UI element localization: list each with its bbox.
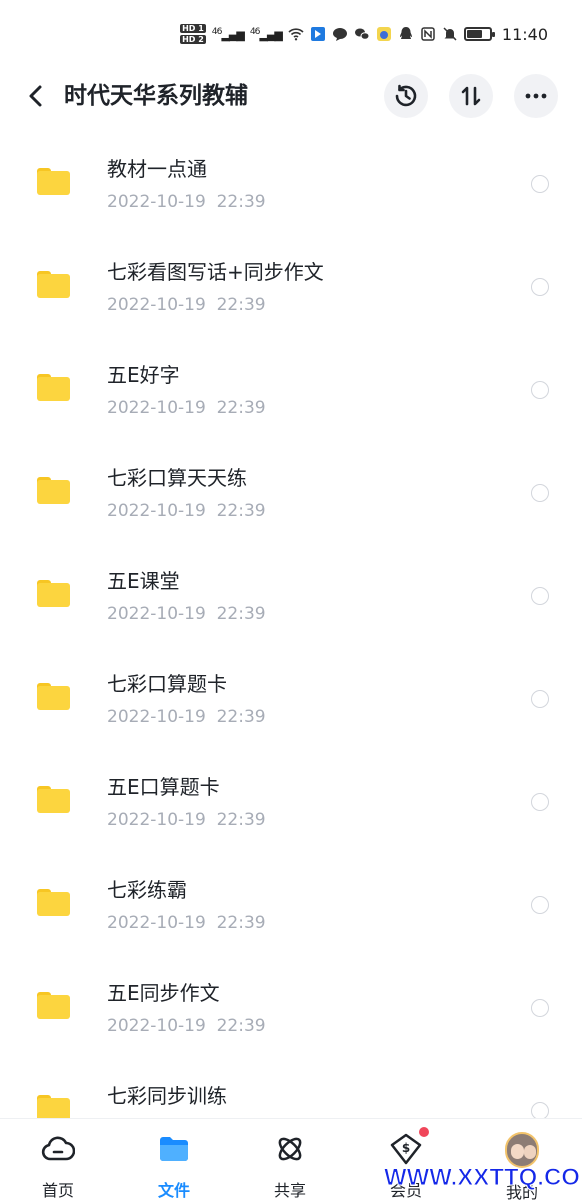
tab-share-label: 共享 (273, 1181, 306, 1200)
folder-icon (37, 477, 70, 504)
file-name: 五E好字 (107, 363, 180, 387)
file-name: 七彩看图写话+同步作文 (107, 260, 324, 284)
wifi-icon (288, 28, 304, 41)
signal-icon-1: 46▂▄▆ (211, 26, 245, 42)
select-radio[interactable] (531, 381, 549, 399)
file-name: 七彩练霸 (107, 878, 187, 902)
more-button[interactable] (514, 74, 558, 118)
back-button[interactable] (20, 80, 52, 112)
nfc-icon (421, 27, 435, 41)
history-button[interactable] (384, 74, 428, 118)
file-date: 2022-10-19 22:39 (107, 295, 266, 315)
file-date: 2022-10-19 22:39 (107, 501, 266, 521)
folder-icon (157, 1133, 191, 1165)
hd-indicator: HD 1 HD 2 (180, 23, 206, 45)
file-row[interactable]: 七彩口算天天练 2022-10-19 22:39 (0, 437, 582, 540)
network-type-1: 46 (211, 26, 223, 38)
file-date: 2022-10-19 22:39 (107, 398, 266, 418)
wechat-icon (354, 28, 370, 40)
tab-files-label: 文件 (157, 1181, 190, 1200)
select-radio[interactable] (531, 587, 549, 605)
avatar-image (505, 1132, 539, 1168)
hd1-label: HD 1 (180, 24, 206, 33)
signal-icon-2: 46▂▄▆ (249, 26, 283, 42)
notification-dot (419, 1127, 429, 1137)
cloud-icon (41, 1133, 75, 1165)
folder-icon (37, 271, 70, 298)
folder-icon (37, 786, 70, 813)
file-name: 七彩口算天天练 (107, 466, 247, 490)
file-date: 2022-10-19 22:39 (107, 1016, 266, 1036)
select-radio[interactable] (531, 175, 549, 193)
file-name: 七彩口算题卡 (107, 672, 227, 696)
file-name: 七彩同步训练 (107, 1084, 227, 1108)
file-date: 2022-10-19 22:39 (107, 810, 266, 830)
svg-text:$: $ (402, 1141, 410, 1155)
battery-icon (463, 27, 495, 41)
file-date: 2022-10-19 22:39 (107, 707, 266, 727)
clock: 11:40 (501, 24, 548, 44)
select-radio[interactable] (531, 896, 549, 914)
file-row[interactable]: 五E同步作文 2022-10-19 22:39 (0, 952, 582, 1055)
battery-level (466, 30, 482, 38)
folder-icon (37, 580, 70, 607)
status-bar: HD 1 HD 2 46▂▄▆ 46▂▄▆ 11:40 (0, 0, 582, 64)
qq-icon (399, 27, 412, 39)
avatar (505, 1132, 539, 1168)
file-row[interactable]: 七彩看图写话+同步作文 2022-10-19 22:39 (0, 231, 582, 334)
folder-icon (37, 168, 70, 195)
select-radio[interactable] (531, 793, 549, 811)
file-row[interactable]: 五E课堂 2022-10-19 22:39 (0, 540, 582, 643)
network-type-2: 46 (249, 26, 261, 38)
mute-icon (443, 27, 457, 41)
history-icon (395, 84, 417, 107)
file-date: 2022-10-19 22:39 (107, 913, 266, 933)
chevron-left-icon (29, 85, 42, 107)
more-icon (525, 93, 547, 99)
character-app-icon (376, 27, 391, 41)
folder-icon (37, 374, 70, 401)
tab-files[interactable]: 文件 (116, 1119, 232, 1200)
file-date: 2022-10-19 22:39 (107, 604, 266, 624)
file-row[interactable]: 五E好字 2022-10-19 22:39 (0, 334, 582, 437)
file-row[interactable]: 教材一点通 2022-10-19 22:39 (0, 128, 582, 231)
folder-icon (37, 992, 70, 1019)
dollar-badge-icon: $ (389, 1127, 429, 1165)
status-icons: HD 1 HD 2 46▂▄▆ 46▂▄▆ 11:40 (180, 18, 548, 50)
file-list: 教材一点通 2022-10-19 22:39 七彩看图写话+同步作文 2022-10-… (0, 128, 582, 1158)
header: 时代天华系列教辅 (0, 64, 582, 128)
folder-icon (37, 683, 70, 710)
tab-home[interactable]: 首页 (0, 1119, 116, 1200)
file-name: 五E口算题卡 (107, 775, 220, 799)
hd2-label: HD 2 (180, 35, 206, 44)
file-name: 五E课堂 (107, 569, 180, 593)
message-icon (332, 28, 347, 41)
atom-icon (273, 1133, 307, 1165)
sort-icon (461, 86, 481, 106)
app-notification-icon (310, 27, 325, 41)
page-title: 时代天华系列教辅 (64, 83, 248, 109)
select-radio[interactable] (531, 999, 549, 1017)
file-name: 教材一点通 (107, 157, 207, 181)
sort-button[interactable] (449, 74, 493, 118)
file-row[interactable]: 七彩口算题卡 2022-10-19 22:39 (0, 643, 582, 746)
select-radio[interactable] (531, 484, 549, 502)
file-row[interactable]: 五E口算题卡 2022-10-19 22:39 (0, 746, 582, 849)
tab-home-label: 首页 (41, 1181, 74, 1200)
select-radio[interactable] (531, 278, 549, 296)
file-name: 五E同步作文 (107, 981, 220, 1005)
file-row[interactable]: 七彩练霸 2022-10-19 22:39 (0, 849, 582, 952)
watermark-text: WWW.XXTTQ.COM (384, 1164, 582, 1192)
select-radio[interactable] (531, 690, 549, 708)
folder-icon (37, 889, 70, 916)
file-date: 2022-10-19 22:39 (107, 192, 266, 212)
tab-share[interactable]: 共享 (232, 1119, 348, 1200)
